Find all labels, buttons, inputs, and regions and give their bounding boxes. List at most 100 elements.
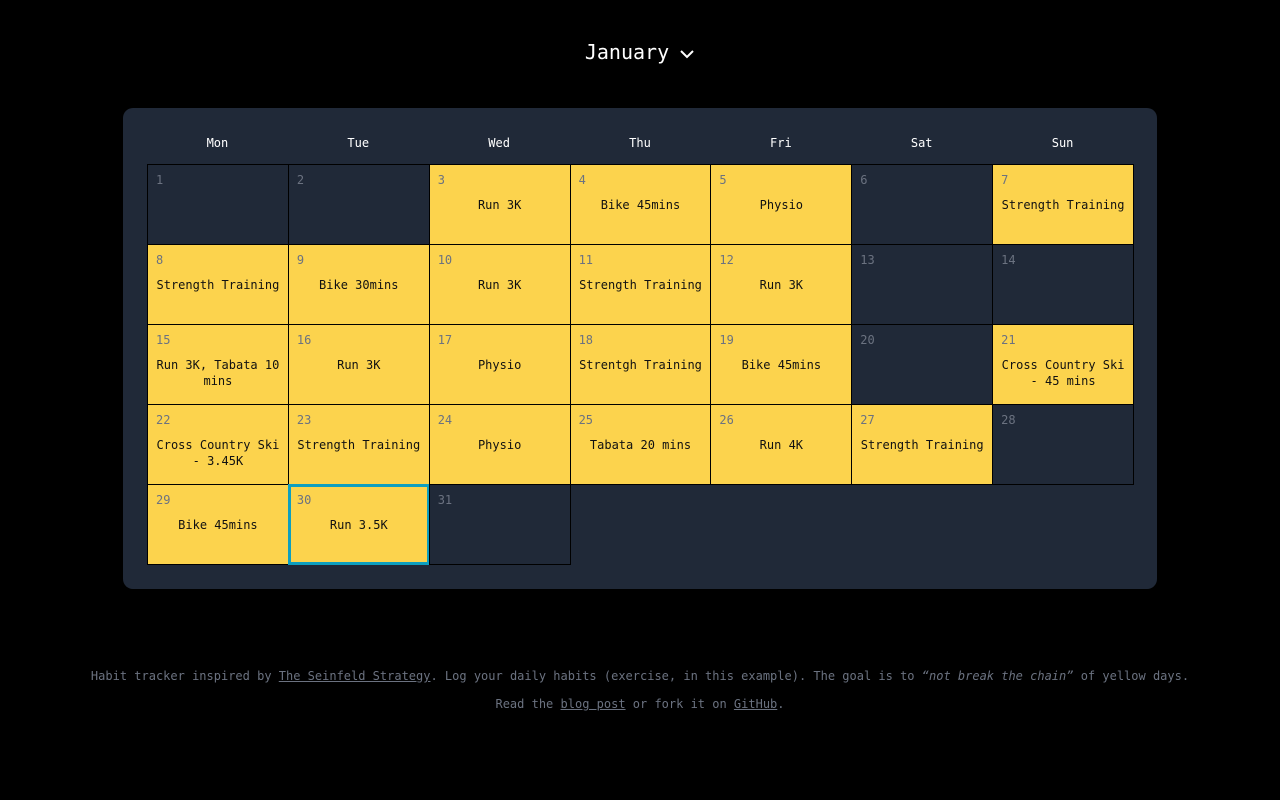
day-cell[interactable]: 30 Run 3.5K [287, 484, 430, 565]
day-number: 6 [860, 173, 868, 187]
blog-post-link[interactable]: blog post [561, 697, 626, 711]
day-number: 28 [1001, 413, 1016, 427]
day-cell[interactable]: 5 Physio [710, 164, 853, 245]
day-number: 22 [156, 413, 171, 427]
seinfeld-strategy-link[interactable]: The Seinfeld Strategy [279, 669, 431, 683]
day-number: 14 [1001, 253, 1016, 267]
day-cell[interactable]: 17 Physio [428, 324, 571, 405]
day-cell[interactable]: 8 Strength Training [147, 244, 289, 325]
day-cell[interactable]: 12 Run 3K [710, 244, 853, 325]
day-activity: Bike 45mins [178, 518, 258, 532]
day-number: 30 [296, 493, 312, 507]
day-activity: Run 3K [337, 358, 381, 372]
weekday-fri: Fri [770, 136, 792, 150]
day-number: 29 [156, 493, 171, 507]
calendar-grid: 1 2 3 Run 3K 4 Bike 45mins 5 Physio 6 7 Strength T… [147, 164, 1134, 565]
day-cell[interactable]: 13 [851, 244, 994, 325]
weekday-header: Mon Tue Wed Thu Fri Sat Sun [147, 136, 1133, 152]
day-number: 16 [296, 333, 312, 347]
day-activity: Bike 45mins [741, 358, 822, 372]
footer-text: Habit tracker inspired by [90, 669, 279, 683]
day-cell[interactable]: 20 [851, 324, 994, 405]
day-activity: Run 3K [477, 198, 522, 212]
day-cell[interactable]: 10 Run 3K [428, 244, 571, 325]
day-activity: Bike 45mins [600, 198, 681, 212]
day-activity: Run 4K [759, 438, 804, 452]
footer-text: of yellow days. [1073, 669, 1190, 683]
day-activity: Cross Country Ski - 3.45K [156, 438, 280, 468]
day-number: 20 [860, 333, 875, 347]
month-selector[interactable]: January [0, 40, 1280, 64]
day-number: 19 [719, 333, 734, 347]
month-label: January [584, 40, 670, 64]
day-number: 15 [156, 333, 171, 347]
day-cell[interactable]: 22 Cross Country Ski - 3.45K [147, 404, 289, 485]
day-cell[interactable]: 24 Physio [428, 404, 571, 485]
calendar: Mon Tue Wed Thu Fri Sat Sun 1 2 3 Run 3K 4 Bike 45m… [123, 108, 1157, 589]
day-cell[interactable]: 7 Strength Training [992, 164, 1134, 245]
day-activity: Physio [759, 198, 804, 212]
chevron-down-icon [680, 49, 694, 58]
day-number: 26 [719, 413, 734, 427]
day-cell[interactable]: 25 Tabata 20 mins [569, 404, 712, 485]
day-activity: Physio [477, 358, 522, 372]
weekday-sun: Sun [1051, 136, 1074, 150]
day-cell[interactable]: 19 Bike 45mins [710, 324, 853, 405]
day-cell[interactable]: 11 Strength Training [569, 244, 712, 325]
day-number: 13 [860, 253, 875, 267]
day-cell[interactable]: 21 Cross Country Ski - 45 mins [992, 324, 1134, 405]
day-number: 23 [296, 413, 312, 427]
day-number: 18 [578, 333, 594, 347]
footer-text: . Log your daily habits (exercise, in th… [430, 669, 922, 683]
day-number: 5 [719, 173, 727, 187]
day-cell[interactable]: 4 Bike 45mins [569, 164, 712, 245]
day-number: 27 [860, 413, 875, 427]
day-activity: Run 3K [477, 278, 522, 292]
day-activity: Strength Training [297, 438, 421, 452]
day-number: 17 [437, 333, 453, 347]
day-cell[interactable]: 9 Bike 30mins [287, 244, 430, 325]
day-cell[interactable]: 14 [992, 244, 1134, 325]
day-activity: Strength Training [156, 278, 280, 292]
day-cell[interactable]: 23 Strength Training [287, 404, 430, 485]
weekday-tue: Tue [347, 136, 370, 150]
day-cell[interactable]: 26 Run 4K [710, 404, 853, 485]
day-cell[interactable]: 2 [287, 164, 430, 245]
day-number: 7 [1001, 173, 1009, 187]
footer-description: Habit tracker inspired by The Seinfeld S… [0, 669, 1280, 683]
day-cell[interactable]: 31 [428, 484, 571, 565]
day-cell[interactable]: 6 [851, 164, 994, 245]
day-activity: Bike 30mins [319, 278, 399, 292]
day-cell[interactable]: 27 Strength Training [851, 404, 994, 485]
footer-text: or fork it on [625, 697, 734, 711]
day-activity: Run 3K [759, 278, 804, 292]
weekday-thu: Thu [629, 136, 651, 150]
day-cell[interactable]: 1 [147, 164, 289, 245]
day-cell[interactable]: 15 Run 3K, Tabata 10 mins [147, 324, 289, 405]
day-number: 4 [578, 173, 586, 187]
footer-links: Read the blog post or fork it on GitHub. [0, 697, 1280, 711]
day-number: 2 [296, 173, 305, 187]
day-cell[interactable]: 28 [992, 404, 1134, 485]
day-number: 9 [296, 253, 305, 267]
github-link[interactable]: GitHub [734, 697, 777, 711]
day-number: 12 [719, 253, 734, 267]
day-number: 21 [1001, 333, 1016, 347]
day-cell[interactable]: 29 Bike 45mins [147, 484, 289, 565]
day-activity: Cross Country Ski - 45 mins [1001, 358, 1125, 388]
day-number: 25 [578, 413, 594, 427]
day-activity: Strength Training [1001, 198, 1125, 212]
day-cell[interactable]: 18 Strentgh Training [569, 324, 712, 405]
day-number: 24 [437, 413, 453, 427]
day-activity: Run 3.5K [329, 518, 388, 532]
footer-quote: “not break the chain” [921, 669, 1074, 683]
day-activity: Run 3K, Tabata 10 mins [156, 358, 280, 388]
day-activity: Physio [477, 438, 522, 452]
weekday-sat: Sat [910, 136, 933, 150]
day-cell[interactable]: 16 Run 3K [287, 324, 430, 405]
day-number: 3 [437, 173, 445, 187]
day-number: 31 [437, 493, 453, 507]
day-number: 8 [156, 253, 164, 267]
weekday-wed: Wed [488, 136, 510, 150]
day-cell[interactable]: 3 Run 3K [428, 164, 571, 245]
